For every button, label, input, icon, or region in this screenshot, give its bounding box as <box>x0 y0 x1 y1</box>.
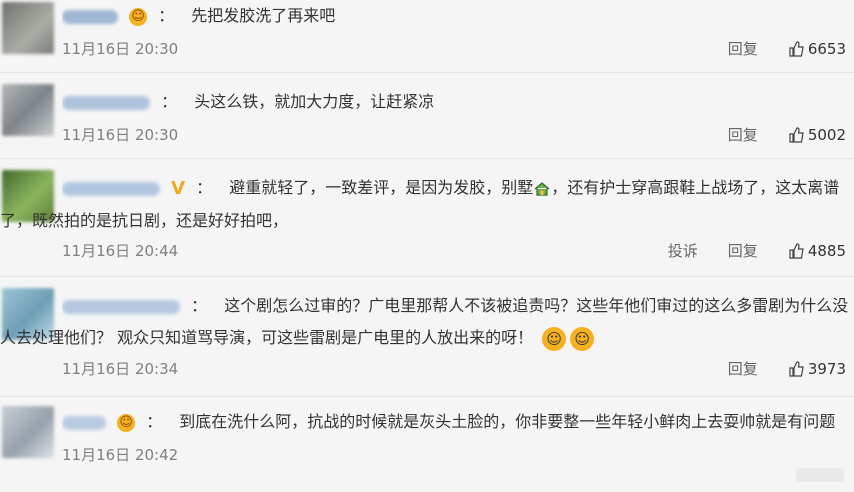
like-count: 6653 <box>807 40 846 58</box>
reply-button[interactable]: 回复 <box>728 38 758 60</box>
comment-item: ☺ ： 先把发胶洗了再来吧 11月16日 20:30 回复 6653 <box>0 0 854 73</box>
grin-emoji-icon: ☺ <box>542 326 567 351</box>
comment-item: V ： 避重就轻了，一致差评，是因为发胶，别墅 ，还有护士穿高跟鞋上战场了，这太离… <box>0 158 854 277</box>
vip-badge-icon: V <box>171 177 186 199</box>
thumb-up-icon <box>789 243 804 259</box>
comment-text: 到底在洗什么阿，抗战的时候就是灰头土脸的，你非要整一些年轻小鲜肉上去耍帅就是有问… <box>179 412 836 431</box>
avatar[interactable] <box>2 2 54 54</box>
avatar[interactable] <box>2 84 54 136</box>
colon: ： <box>158 6 175 25</box>
like-button[interactable]: 6653 <box>788 38 846 60</box>
house-icon <box>534 181 550 196</box>
comment-text: 这个剧怎么过审的？广电里那帮人不该被追责吗？这些年他们审过的这么多雷剧为什么没 <box>224 296 849 315</box>
like-button[interactable]: 5002 <box>788 124 846 146</box>
report-button[interactable]: 投诉 <box>668 240 698 262</box>
timestamp: 11月16日 20:30 <box>62 126 179 144</box>
comment-text: 头这么铁，就加大力度，让赶紧凉 <box>194 92 435 111</box>
username[interactable] <box>62 95 150 110</box>
timestamp: 11月16日 20:34 <box>62 360 179 378</box>
username[interactable] <box>62 181 160 196</box>
watermark <box>796 468 844 482</box>
like-count: 4885 <box>807 242 846 260</box>
like-button[interactable]: 4885 <box>788 240 846 262</box>
colon: ： <box>161 92 178 111</box>
thumb-up-icon <box>789 41 804 57</box>
comment-item: ☺ ： 到底在洗什么阿，抗战的时候就是灰头土脸的，你非要整一些年轻小鲜肉上去耍帅… <box>0 396 854 492</box>
username[interactable] <box>62 299 180 314</box>
avatar[interactable] <box>2 406 54 458</box>
timestamp: 11月16日 20:30 <box>62 40 179 58</box>
colon: ： <box>191 296 208 315</box>
reply-button[interactable]: 回复 <box>728 358 758 380</box>
reply-button[interactable]: 回复 <box>728 240 758 262</box>
username[interactable] <box>62 415 106 430</box>
comment-text-line2: 人去处理他们？ 观众只知道骂导演，可这些雷剧是广电里的人放出来的呀！ <box>0 328 534 347</box>
colon: ： <box>196 178 213 197</box>
grin-emoji-icon: ☺ <box>129 7 148 26</box>
like-count: 5002 <box>807 126 846 144</box>
comment-text: 先把发胶洗了再来吧 <box>191 6 336 25</box>
comment-text-line2: 了，既然拍的是抗日剧，还是好好拍吧， <box>0 210 289 230</box>
timestamp: 11月16日 20:44 <box>62 242 179 260</box>
thumb-up-icon <box>789 361 804 377</box>
grin-emoji-icon: ☺ <box>570 326 595 351</box>
comment-item: ： 这个剧怎么过审的？广电里那帮人不该被追责吗？这些年他们审过的这么多雷剧为什么… <box>0 276 854 397</box>
like-button[interactable]: 3973 <box>788 358 846 380</box>
comment-text-continued: ，还有护士穿高跟鞋上战场了，这太离谱 <box>551 178 840 197</box>
username[interactable] <box>62 9 118 24</box>
thumb-up-icon <box>789 127 804 143</box>
comment-text: 避重就轻了，一致差评，是因为发胶，别墅 <box>229 178 534 197</box>
reply-button[interactable]: 回复 <box>728 124 758 146</box>
like-count: 3973 <box>807 360 846 378</box>
colon: ： <box>146 412 163 431</box>
timestamp: 11月16日 20:42 <box>62 446 179 464</box>
comment-item: ： 头这么铁，就加大力度，让赶紧凉 11月16日 20:30 回复 5002 <box>0 72 854 159</box>
grin-emoji-icon: ☺ <box>117 413 136 432</box>
